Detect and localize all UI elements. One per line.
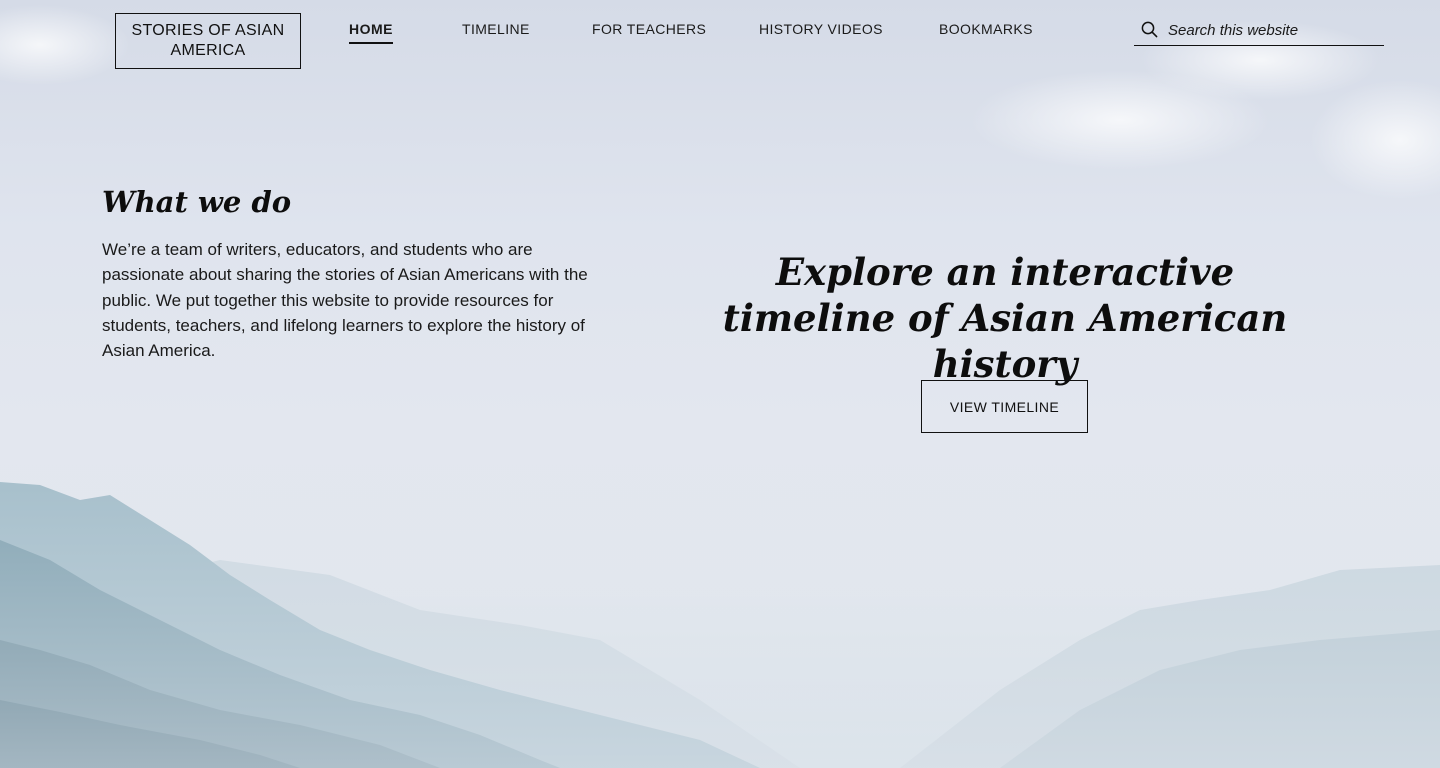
nav-history-videos[interactable]: HISTORY VIDEOS [759, 21, 883, 37]
site-header: STORIES OF ASIAN AMERICA HOME TIMELINE F… [0, 0, 1440, 90]
nav-for-teachers[interactable]: FOR TEACHERS [592, 21, 706, 37]
about-section: What we do We’re a team of writers, educ… [102, 180, 612, 363]
hero-headline: Explore an interactive timeline of Asian… [722, 250, 1288, 386]
nav-timeline[interactable]: TIMELINE [462, 21, 530, 37]
search-input[interactable] [1168, 19, 1378, 41]
hero-section: Explore an interactive timeline of Asian… [690, 249, 1320, 387]
view-timeline-button[interactable]: VIEW TIMELINE [921, 380, 1088, 433]
site-logo-text: STORIES OF ASIAN AMERICA [131, 22, 285, 59]
search-box [1134, 17, 1384, 46]
nav-bookmarks[interactable]: BOOKMARKS [939, 21, 1033, 37]
about-description: We’re a team of writers, educators, and … [102, 240, 588, 361]
about-heading: What we do [102, 185, 292, 219]
site-logo[interactable]: STORIES OF ASIAN AMERICA [115, 13, 301, 69]
search-icon[interactable] [1141, 21, 1158, 38]
nav-home[interactable]: HOME [349, 21, 393, 44]
